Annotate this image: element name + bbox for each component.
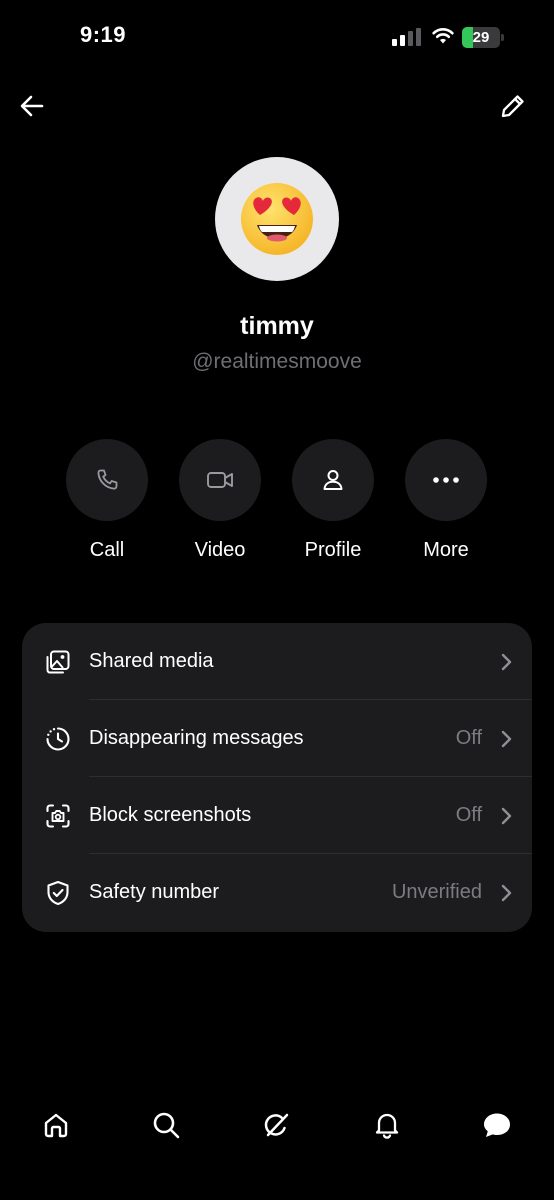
profile-label: Profile	[304, 539, 362, 561]
bottom-tab-bar	[0, 1095, 554, 1155]
shield-check-icon	[47, 880, 69, 906]
tab-grok[interactable]	[257, 1105, 297, 1145]
safety-number-value: Unverified	[391, 881, 482, 903]
shared-media-row[interactable]: Shared media	[22, 623, 532, 700]
edit-button[interactable]	[495, 88, 531, 124]
screenshot-icon	[46, 804, 70, 828]
back-button[interactable]	[14, 88, 50, 124]
profile-button[interactable]: Profile	[291, 439, 375, 562]
search-icon	[153, 1112, 180, 1139]
display-name: timmy	[240, 312, 314, 340]
grok-icon	[264, 1113, 289, 1137]
disappearing-messages-label: Disappearing messages	[89, 727, 304, 749]
block-screenshots-label: Block screenshots	[89, 804, 252, 826]
username-handle: @realtimesmoove	[192, 350, 362, 373]
battery-percent: 29	[472, 29, 490, 46]
disappearing-messages-row[interactable]: Disappearing messages Off	[22, 700, 532, 777]
video-camera-icon	[207, 472, 233, 488]
status-time: 9:19	[80, 22, 127, 47]
cellular-signal-icon	[392, 28, 421, 46]
more-circle[interactable]	[405, 439, 487, 521]
tab-home[interactable]	[36, 1105, 76, 1145]
bell-icon	[375, 1113, 399, 1139]
heart-eyes-emoji-icon	[241, 183, 313, 255]
profile-circle[interactable]	[292, 439, 374, 521]
more-button[interactable]: More	[404, 439, 488, 562]
person-icon	[323, 470, 343, 490]
video-label: Video	[194, 539, 246, 561]
arrow-left-icon	[20, 95, 44, 117]
chevron-right-icon	[501, 884, 512, 902]
pencil-icon	[501, 95, 524, 118]
status-bar: 9:19 29	[0, 0, 554, 78]
messages-icon	[484, 1113, 510, 1137]
shared-media-label: Shared media	[89, 650, 214, 672]
block-screenshots-value: Off	[455, 804, 482, 826]
tab-search[interactable]	[146, 1105, 186, 1145]
tab-messages[interactable]	[477, 1105, 517, 1145]
avatar[interactable]	[215, 157, 339, 281]
safety-number-label: Safety number	[89, 881, 220, 903]
media-gallery-icon	[46, 650, 70, 674]
home-icon	[44, 1113, 68, 1138]
more-dots-icon	[433, 477, 459, 483]
phone-icon	[97, 469, 118, 490]
call-label: Call	[89, 539, 125, 561]
disappearing-messages-value: Off	[455, 727, 482, 749]
wifi-icon	[432, 28, 454, 44]
call-circle[interactable]	[66, 439, 148, 521]
chevron-right-icon	[501, 730, 512, 748]
video-circle[interactable]	[179, 439, 261, 521]
safety-number-row[interactable]: Safety number Unverified	[22, 854, 532, 931]
battery-indicator: 29	[462, 27, 506, 48]
timer-icon	[46, 727, 70, 751]
chevron-right-icon	[501, 653, 512, 671]
more-label: More	[423, 539, 469, 561]
tab-notifications[interactable]	[367, 1105, 407, 1145]
video-button[interactable]: Video	[178, 439, 262, 562]
chevron-right-icon	[501, 807, 512, 825]
conversation-settings-card: Shared media Disappearing messages Off B…	[22, 623, 532, 932]
call-button[interactable]: Call	[65, 439, 149, 562]
block-screenshots-row[interactable]: Block screenshots Off	[22, 777, 532, 854]
